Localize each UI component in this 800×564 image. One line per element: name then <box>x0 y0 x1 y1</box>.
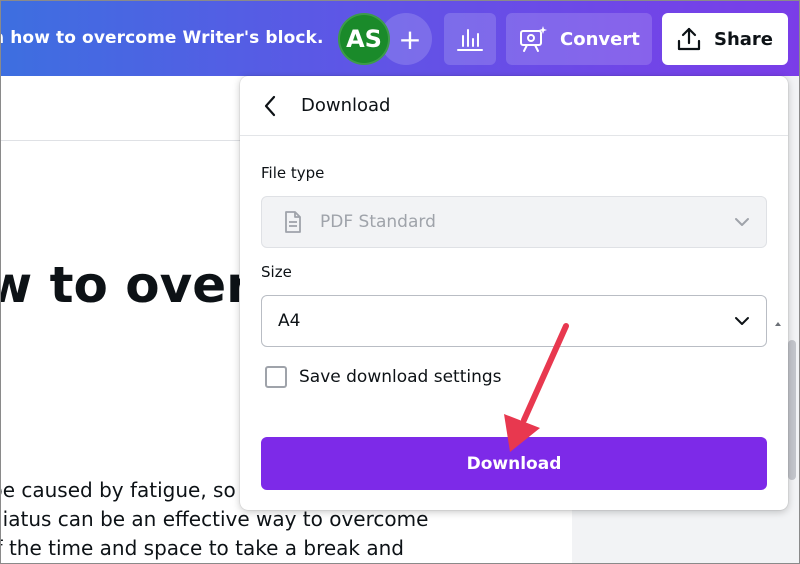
panel-title: Download <box>301 95 391 116</box>
panel-header: Download <box>240 76 788 136</box>
document-title[interactable]: n how to overcome Writer's block. <box>0 28 324 48</box>
bar-chart-icon <box>457 29 483 51</box>
upload-icon <box>677 27 701 51</box>
save-settings-row[interactable]: Save download settings <box>265 366 502 388</box>
size-value: A4 <box>278 311 301 331</box>
file-type-label: File type <box>261 164 325 182</box>
save-settings-label[interactable]: Save download settings <box>299 367 502 387</box>
share-button[interactable]: Share <box>662 13 788 65</box>
document-heading[interactable]: w to over <box>0 256 251 314</box>
save-settings-checkbox[interactable] <box>265 366 287 388</box>
plus-icon: + <box>398 22 422 56</box>
convert-label: Convert <box>560 28 640 50</box>
share-label: Share <box>714 28 774 50</box>
chevron-down-icon <box>735 218 749 226</box>
size-label: Size <box>261 263 292 281</box>
download-panel: Download File type PDF Standard Size A4 … <box>240 76 788 510</box>
editor-topbar: n how to overcome Writer's block. + AS C… <box>0 0 800 76</box>
convert-button[interactable]: Convert <box>506 13 652 65</box>
canvas-scrollbar[interactable] <box>788 340 796 480</box>
insights-button[interactable] <box>444 13 496 65</box>
body-line: lf the time and space to take a break an… <box>0 536 404 560</box>
avatar[interactable]: AS <box>338 13 390 65</box>
chevron-left-icon <box>264 95 276 117</box>
size-select[interactable]: A4 <box>261 295 767 347</box>
download-button[interactable]: Download <box>261 437 767 490</box>
chevron-down-icon <box>735 317 749 325</box>
document-icon <box>285 211 301 233</box>
file-type-select: PDF Standard <box>261 196 767 248</box>
presentation-sparkle-icon <box>520 26 547 52</box>
back-button[interactable] <box>258 94 282 118</box>
panel-scroll-up-icon[interactable] <box>774 144 782 504</box>
file-type-value: PDF Standard <box>320 212 436 232</box>
